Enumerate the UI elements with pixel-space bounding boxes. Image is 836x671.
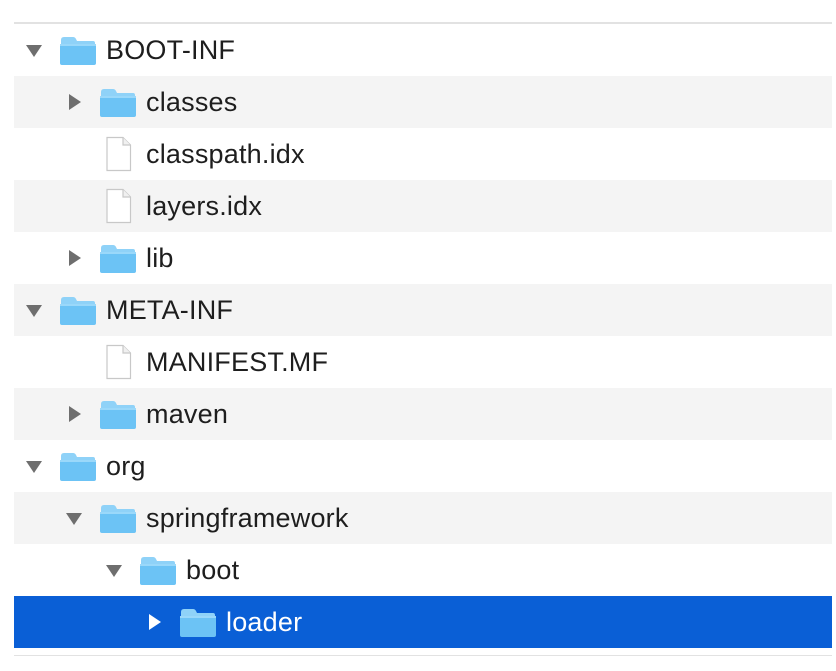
- tree-row-label: boot: [186, 554, 240, 585]
- folder-icon: [98, 85, 138, 119]
- tree-row-label: springframework: [146, 502, 349, 533]
- tree-row-boot[interactable]: boot: [14, 544, 832, 596]
- file-icon: [98, 136, 138, 172]
- tree-row-manifest-mf[interactable]: MANIFEST.MF: [14, 336, 832, 388]
- tree-row-label: org: [106, 450, 146, 481]
- folder-icon: [138, 553, 178, 587]
- disclosure-triangle-down-icon[interactable]: [22, 38, 46, 62]
- disclosure-triangle-down-icon[interactable]: [102, 558, 126, 582]
- tree-row-springframework[interactable]: springframework: [14, 492, 832, 544]
- tree-row-lib[interactable]: lib: [14, 232, 832, 284]
- folder-icon: [98, 501, 138, 535]
- folder-icon: [98, 241, 138, 275]
- tree-row-label: BOOT-INF: [106, 34, 236, 65]
- disclosure-triangle-right-icon[interactable]: [62, 246, 86, 270]
- file-icon: [98, 188, 138, 224]
- tree-row-label: lib: [146, 242, 174, 273]
- tree-row-label: MANIFEST.MF: [146, 346, 329, 377]
- folder-icon: [178, 605, 218, 639]
- folder-icon: [58, 449, 98, 483]
- tree-row-boot-inf[interactable]: BOOT-INF: [14, 24, 832, 76]
- tree-row-label: loader: [226, 606, 303, 637]
- disclosure-triangle-right-icon[interactable]: [62, 402, 86, 426]
- disclosure-triangle-down-icon[interactable]: [22, 454, 46, 478]
- file-tree: BOOT-INF classes classpath.idx layers.idx li…: [14, 22, 832, 656]
- tree-row-loader[interactable]: loader: [14, 596, 832, 648]
- file-icon: [98, 344, 138, 380]
- disclosure-triangle-right-icon[interactable]: [142, 610, 166, 634]
- disclosure-triangle-down-icon[interactable]: [22, 298, 46, 322]
- tree-row-classpath-idx[interactable]: classpath.idx: [14, 128, 832, 180]
- tree-row-label: layers.idx: [146, 190, 263, 221]
- tree-row-org[interactable]: org: [14, 440, 832, 492]
- folder-icon: [98, 397, 138, 431]
- tree-row-layers-idx[interactable]: layers.idx: [14, 180, 832, 232]
- tree-row-classes[interactable]: classes: [14, 76, 832, 128]
- tree-row-maven[interactable]: maven: [14, 388, 832, 440]
- tree-row-meta-inf[interactable]: META-INF: [14, 284, 832, 336]
- tree-row-label: classpath.idx: [146, 138, 305, 169]
- disclosure-triangle-down-icon[interactable]: [62, 506, 86, 530]
- folder-icon: [58, 293, 98, 327]
- tree-row-label: META-INF: [106, 294, 234, 325]
- tree-row-label: maven: [146, 398, 229, 429]
- folder-icon: [58, 33, 98, 67]
- tree-row-label: classes: [146, 86, 238, 117]
- disclosure-triangle-right-icon[interactable]: [62, 90, 86, 114]
